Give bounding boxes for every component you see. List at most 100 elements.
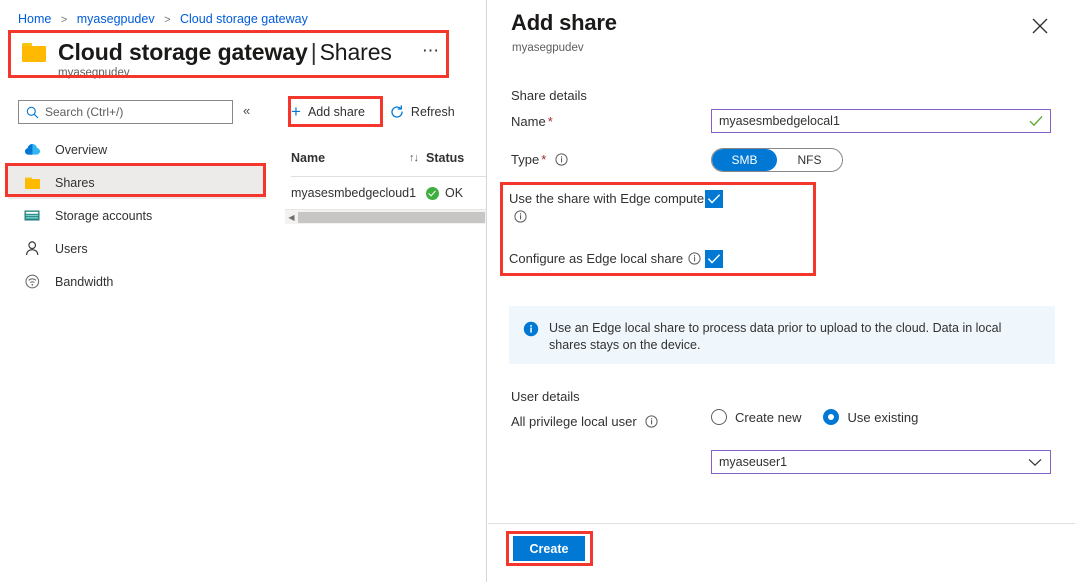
edge-local-share-label: Configure as Edge local share: [509, 250, 705, 268]
horizontal-scrollbar[interactable]: ◀: [285, 209, 487, 224]
radio-use-existing-label: Use existing: [847, 410, 918, 425]
type-label-text: Type: [511, 152, 539, 167]
type-field-label: Type*: [511, 152, 568, 167]
page-header: Cloud storage gateway|Shares myasegpudev: [22, 38, 392, 79]
folder-icon: [24, 176, 43, 190]
create-button[interactable]: Create: [513, 536, 585, 561]
radio-create-new-label: Create new: [735, 410, 801, 425]
sidebar-item-shares[interactable]: Shares: [8, 166, 266, 199]
portal-left-pane: Home > myasegpudev > Cloud storage gatew…: [0, 0, 487, 582]
share-details-section-label: Share details: [511, 88, 587, 103]
add-share-label: Add share: [308, 105, 365, 119]
radio-circle: [711, 409, 727, 425]
info-banner: Use an Edge local share to process data …: [509, 306, 1055, 364]
refresh-icon: [390, 105, 404, 119]
edge-compute-label: Use the share with Edge compute: [509, 190, 705, 226]
add-share-blade: Add share myasegpudev Share details Name…: [488, 0, 1075, 582]
breadcrumb-item-device[interactable]: myasegpudev: [77, 12, 155, 26]
scroll-left-arrow[interactable]: ◀: [285, 213, 298, 222]
column-header-status[interactable]: Status: [426, 151, 482, 165]
sidebar-item-bandwidth[interactable]: Bandwidth: [8, 265, 266, 298]
cloud-icon: [24, 143, 43, 156]
check-circle-icon: [426, 187, 439, 200]
footer-divider: [488, 523, 1075, 524]
info-banner-text: Use an Edge local share to process data …: [549, 320, 1041, 354]
add-share-button[interactable]: + Add share: [291, 100, 365, 124]
page-title: Cloud storage gateway|Shares: [58, 38, 392, 66]
azure-portal-screenshot: Home > myasegpudev > Cloud storage gatew…: [0, 0, 1075, 582]
folder-icon: [22, 43, 46, 62]
info-filled-icon: [523, 321, 539, 337]
share-type-option-smb[interactable]: SMB: [712, 149, 777, 171]
breadcrumb-item-home[interactable]: Home: [18, 12, 51, 26]
person-icon: [24, 241, 43, 256]
edge-compute-checkbox-row: Use the share with Edge compute: [509, 190, 809, 226]
refresh-label: Refresh: [411, 105, 455, 119]
radio-use-existing[interactable]: Use existing: [823, 409, 918, 425]
name-field-label: Name*: [511, 114, 553, 129]
more-options-button[interactable]: ⋯: [422, 44, 440, 58]
user-details-section-label: User details: [511, 389, 580, 404]
refresh-button[interactable]: Refresh: [390, 100, 455, 124]
info-icon[interactable]: [555, 153, 568, 166]
sidebar-item-storage-accounts[interactable]: Storage accounts: [8, 199, 266, 232]
close-icon[interactable]: [1030, 16, 1050, 36]
local-user-dropdown[interactable]: myaseuser1: [711, 450, 1051, 474]
share-name-input[interactable]: [712, 114, 1029, 128]
info-icon[interactable]: [645, 415, 658, 428]
blade-title: Add share: [511, 10, 617, 36]
name-label-text: Name: [511, 114, 546, 129]
required-marker: *: [541, 152, 546, 167]
resource-menu: Overview Shares: [8, 133, 266, 298]
edge-local-share-checkbox-row: Configure as Edge local share: [509, 250, 809, 268]
sidebar-item-overview[interactable]: Overview: [8, 133, 266, 166]
command-bar: + Add share Refresh: [291, 100, 455, 124]
sidebar-item-label: Users: [55, 242, 88, 256]
table-row[interactable]: myasesmbedgecloud1 OK: [291, 177, 487, 209]
sidebar-item-label: Storage accounts: [55, 209, 152, 223]
shares-table: Name ↑↓ Status myasesmbedgecloud1 OK: [291, 140, 487, 209]
column-header-name-label: Name: [291, 151, 325, 165]
plus-icon: +: [291, 105, 301, 119]
status-label: OK: [445, 186, 463, 200]
sidebar-item-label: Overview: [55, 143, 107, 157]
sidebar-item-users[interactable]: Users: [8, 232, 266, 265]
sort-icon[interactable]: ↑↓: [409, 152, 418, 164]
edge-compute-checkbox[interactable]: [705, 190, 723, 208]
blade-subtitle: myasegpudev: [512, 42, 584, 54]
cell-share-name: myasesmbedgecloud1: [291, 186, 426, 200]
table-header-row: Name ↑↓ Status: [291, 140, 487, 177]
radio-create-new[interactable]: Create new: [711, 409, 801, 425]
search-input[interactable]: [45, 105, 215, 119]
edge-options-group: Use the share with Edge compute Configur…: [509, 190, 809, 268]
required-marker: *: [548, 114, 553, 129]
share-type-option-nfs[interactable]: NFS: [777, 149, 842, 171]
sidebar-item-label: Shares: [55, 176, 95, 190]
all-privilege-user-text: All privilege local user: [511, 414, 637, 429]
cell-share-status: OK: [426, 186, 486, 200]
edge-compute-label-text: Use the share with Edge compute: [509, 191, 704, 206]
breadcrumb: Home > myasegpudev > Cloud storage gatew…: [18, 11, 308, 28]
scrollbar-thumb[interactable]: [298, 212, 485, 223]
page-title-pipe: |: [311, 39, 317, 65]
collapse-menu-button[interactable]: «: [243, 104, 250, 118]
breadcrumb-separator: >: [61, 14, 67, 26]
page-subtitle: myasegpudev: [58, 67, 392, 79]
search-box[interactable]: [18, 100, 233, 124]
breadcrumb-item-resource[interactable]: Cloud storage gateway: [180, 12, 308, 26]
share-type-toggle[interactable]: SMB NFS: [711, 148, 843, 172]
breadcrumb-separator: >: [164, 14, 170, 26]
info-icon[interactable]: [688, 252, 701, 265]
sidebar-item-label: Bandwidth: [55, 275, 113, 289]
share-name-field[interactable]: [711, 109, 1051, 133]
page-title-section: Shares: [320, 39, 392, 65]
local-user-radio-group: Create new Use existing: [711, 409, 940, 425]
local-user-dropdown-value: myaseuser1: [712, 455, 787, 469]
info-icon[interactable]: [514, 210, 527, 223]
edge-local-share-checkbox[interactable]: [705, 250, 723, 268]
search-icon: [26, 106, 39, 119]
column-header-name[interactable]: Name ↑↓: [291, 151, 426, 165]
radio-circle: [823, 409, 839, 425]
bandwidth-icon: [24, 274, 43, 289]
page-title-resource: Cloud storage gateway: [58, 39, 308, 65]
